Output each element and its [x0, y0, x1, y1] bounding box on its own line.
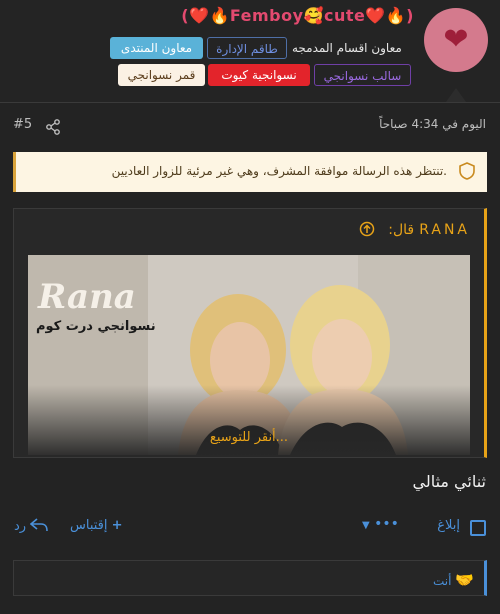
logo-text: Rana — [38, 277, 136, 317]
avatar[interactable]: ❤ — [424, 8, 488, 72]
quote-author[interactable]: RANA — [419, 222, 470, 238]
quote-label: إقتباس — [70, 518, 108, 533]
quote-image[interactable]: Rana نسوانجي درت كوم أنقر للتوسيع... — [28, 255, 470, 455]
quote-button[interactable]: إقتباس + — [70, 518, 123, 533]
handshake-icon: 🤝 — [455, 571, 474, 589]
header-pointer — [446, 88, 466, 102]
reply-icon — [29, 518, 49, 532]
username[interactable]: (❤️🔥Femboy🥰cute❤️🔥) — [181, 6, 414, 25]
reaction-summary[interactable]: أنت 🤝 — [433, 571, 474, 589]
user-role: معاون اقسام المدمجه — [292, 41, 402, 55]
expand-link[interactable]: أنقر للتوسيع... — [28, 430, 470, 445]
badge-salib: سالب نسوانجي — [314, 64, 411, 86]
arrow-up-circle-icon[interactable] — [359, 221, 375, 237]
select-checkbox[interactable] — [470, 520, 486, 536]
plus-icon: + — [111, 518, 123, 533]
shield-icon — [459, 162, 475, 180]
more-dots: ••• — [374, 516, 399, 532]
post-number[interactable]: #5 — [13, 117, 32, 132]
badge-admin-staff: طاقم الإدارة — [207, 37, 287, 59]
moderation-notice: تنتظر هذه الرسالة موافقة المشرف، وهي غير… — [13, 152, 487, 192]
reply-button[interactable]: رد — [14, 518, 49, 534]
post-body: ثنائي مثالي — [412, 472, 486, 491]
reply-label: رد — [14, 519, 27, 534]
more-options-button[interactable]: ▼ ••• — [362, 516, 399, 532]
quote-block: RANA قال: Rana نسوانجي درت كوم أنقر للتو… — [13, 208, 487, 458]
share-icon[interactable] — [45, 119, 61, 135]
chevron-down-icon: ▼ — [362, 520, 370, 531]
report-link[interactable]: إبلاغ — [437, 518, 460, 533]
badge-moon: قمر نسوانجي — [118, 64, 205, 86]
quote-header[interactable]: RANA قال: — [359, 219, 470, 238]
heart-icon: ❤ — [443, 22, 469, 57]
badge-forum-moderator: معاون المنتدى — [110, 37, 203, 59]
post-time[interactable]: اليوم في 4:34 صباحاً — [379, 117, 486, 131]
post-actions: إبلاغ ▼ ••• إقتباس + رد — [0, 512, 500, 542]
notice-text: تنتظر هذه الرسالة موافقة المشرف، وهي غير… — [111, 164, 447, 178]
post-meta: اليوم في 4:34 صباحاً #5 — [0, 102, 500, 139]
post-header: ❤ (❤️🔥Femboy🥰cute❤️🔥) معاون المنتدى طاقم… — [0, 0, 500, 102]
reaction-bar: أنت 🤝 — [13, 560, 487, 596]
badge-cute: نسوانجية كيوت — [208, 64, 310, 86]
logo-subtitle: نسوانجي درت كوم — [36, 319, 156, 334]
reaction-user: أنت — [433, 574, 452, 588]
quote-said-label: قال: — [388, 222, 415, 238]
